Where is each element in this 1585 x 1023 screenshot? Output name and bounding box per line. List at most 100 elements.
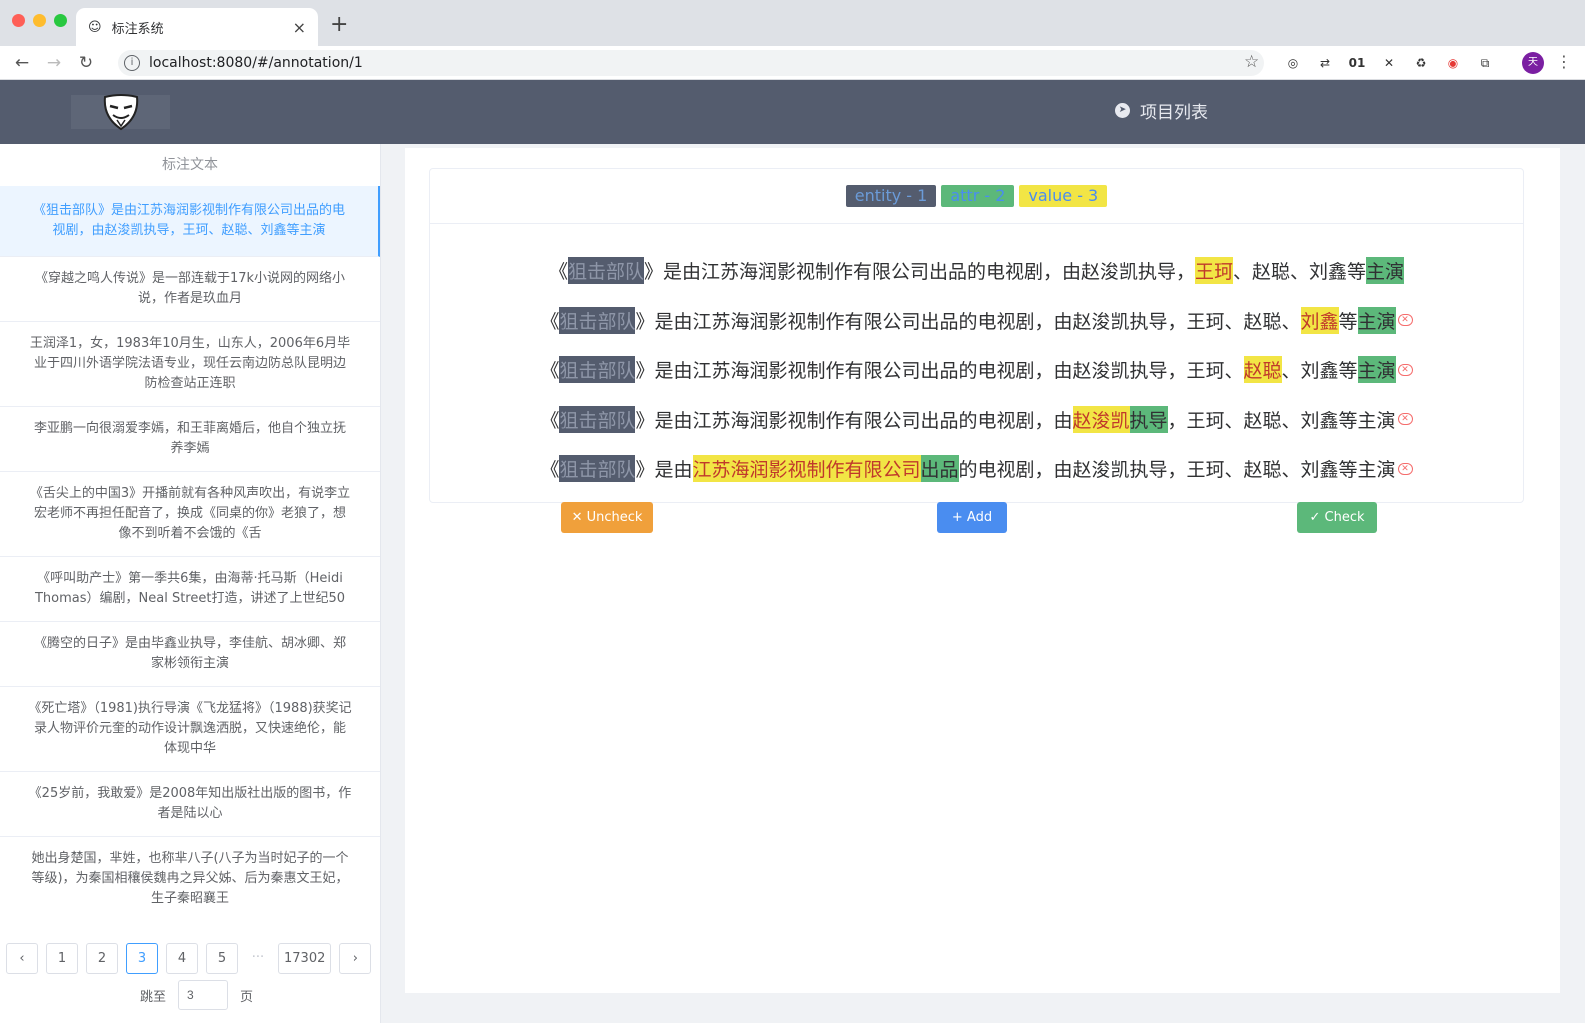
project-list-link[interactable]: ➤ 项目列表 xyxy=(1115,98,1208,123)
delete-line-icon[interactable]: ✕ xyxy=(1397,413,1413,426)
sidebar: 标注文本 《狙击部队》是由江苏海润影视制作有限公司出品的电视剧，由赵浚凯执导，王… xyxy=(0,144,381,1023)
reload-icon[interactable]: ↻ xyxy=(70,53,102,73)
sidebar-title: 标注文本 xyxy=(162,157,218,173)
logo[interactable] xyxy=(71,94,170,131)
value-span[interactable]: 赵聪 xyxy=(1243,356,1282,384)
jump-page-input[interactable] xyxy=(178,980,229,1010)
prev-page-button[interactable]: ‹ xyxy=(6,943,38,974)
page-button[interactable]: 2 xyxy=(86,943,118,974)
attr-span[interactable]: 出品 xyxy=(920,455,959,483)
browser-tabstrip: ☺ 标注系统 × + xyxy=(0,0,1585,46)
attr-tag[interactable]: attr - 2 xyxy=(941,185,1015,207)
attr-span[interactable]: 主演 xyxy=(1357,356,1396,384)
add-button[interactable]: + Add xyxy=(937,502,1007,533)
maximize-window-button[interactable] xyxy=(54,14,67,27)
window-controls xyxy=(12,14,67,27)
extension-icon[interactable]: ⇄ xyxy=(1316,54,1334,72)
value-span[interactable]: 江苏海润影视制作有限公司 xyxy=(692,455,921,483)
bookmark-star-icon[interactable]: ☆ xyxy=(1244,52,1259,72)
annotation-line[interactable]: 《狙击部队》是由江苏海润影视制作有限公司出品的电视剧，由赵浚凯执导，王珂、赵聪、… xyxy=(430,296,1523,346)
extension-icon[interactable]: ✕ xyxy=(1380,54,1398,72)
list-item[interactable]: 《舌尖上的中国3》开播前就有各种风声吹出，有说李立宏老师不再担任配音了，换成《同… xyxy=(0,472,380,557)
browser-menu-icon[interactable]: ⋮ xyxy=(1556,52,1572,71)
page-button[interactable]: 4 xyxy=(166,943,198,974)
jump-label: 跳至 xyxy=(140,989,167,1005)
value-tag[interactable]: value - 3 xyxy=(1019,185,1108,207)
mask-logo-icon xyxy=(103,94,138,131)
plain-text: 《 xyxy=(548,261,568,284)
annotation-card: entity - 1 attr - 2 value - 3 《狙击部队 》是由江苏… xyxy=(429,168,1524,503)
annotation-line[interactable]: 《狙击部队》是由江苏海润影视制作有限公司出品的电视剧，由赵浚凯执导，王珂、赵聪、… xyxy=(430,444,1523,494)
label-tags: entity - 1 attr - 2 value - 3 xyxy=(430,169,1523,224)
url-text: localhost:8080/#/annotation/1 xyxy=(149,55,363,71)
tab-title: 标注系统 xyxy=(111,21,164,37)
list-item[interactable]: 王润泽1，女，1983年10月生，山东人，2006年6月毕业于四川外语学院法语专… xyxy=(0,322,380,407)
plain-text: 《 xyxy=(540,360,560,383)
page-button-current[interactable]: 3 xyxy=(126,943,158,974)
plain-text: 等 xyxy=(1338,310,1358,333)
annotated-lines: 《狙击部队 》是由江苏海润影视制作有限公司出品的电视剧，由赵浚凯执导， 王珂 、赵聪、… xyxy=(430,224,1523,494)
extension-icon[interactable]: ◎ xyxy=(1284,54,1302,72)
delete-line-icon[interactable]: ✕ xyxy=(1397,314,1413,327)
list-item[interactable]: 《狙击部队》是由江苏海润影视制作有限公司出品的电视剧，由赵浚凯执导，王珂、赵聪、… xyxy=(0,186,380,257)
forward-icon[interactable]: → xyxy=(38,53,70,73)
page-button[interactable]: 1 xyxy=(46,943,78,974)
profile-avatar[interactable]: 天 xyxy=(1522,52,1544,74)
minimize-window-button[interactable] xyxy=(33,14,46,27)
check-button[interactable]: ✓ Check xyxy=(1297,502,1377,533)
entity-tag[interactable]: entity - 1 xyxy=(845,185,937,207)
close-tab-icon[interactable]: × xyxy=(293,18,306,37)
back-icon[interactable]: ← xyxy=(6,53,38,73)
annotation-panel: entity - 1 attr - 2 value - 3 《狙击部队 》是由江苏… xyxy=(405,148,1560,993)
address-bar-row: ← → ↻ i localhost:8080/#/annotation/1 ☆ … xyxy=(0,46,1585,80)
page-suffix: 页 xyxy=(240,989,254,1005)
attr-span[interactable]: 执导 xyxy=(1129,405,1168,433)
plain-text: 》是由 xyxy=(635,459,693,482)
annotation-line[interactable]: 《狙击部队》是由江苏海润影视制作有限公司出品的电视剧，由赵浚凯执导，王珂、赵聪、… xyxy=(430,246,1523,296)
pagination: ‹ 1 2 3 4 5 ··· 17302 › xyxy=(6,943,372,974)
entity-span[interactable]: 狙击部队 xyxy=(559,306,636,334)
next-page-button[interactable]: › xyxy=(339,943,372,974)
list-item[interactable]: 她出身楚国，芈姓，也称芈八子(八子为当时妃子的一个等级)，为秦国相穰侯魏冉之异父… xyxy=(0,837,380,921)
list-item[interactable]: 李亚鹏一向很溺爱李嫣，和王菲离婚后，他自个独立抚养李嫣 xyxy=(0,407,380,472)
extension-icon[interactable]: ♻ xyxy=(1412,54,1430,72)
browser-tab[interactable]: ☺ 标注系统 × xyxy=(76,8,318,46)
attr-span[interactable]: 主演 xyxy=(1357,306,1396,334)
plain-text: 、赵聪、刘鑫等 xyxy=(1233,261,1367,284)
plain-text: 》是由江苏海润影视制作有限公司出品的电视剧，由 xyxy=(635,409,1073,432)
annotation-line[interactable]: 《狙击部队》是由江苏海润影视制作有限公司出品的电视剧，由赵浚凯执导，王珂、赵聪、… xyxy=(430,345,1523,395)
plain-text: 》是由江苏海润影视制作有限公司出品的电视剧，由赵浚凯执导，王珂、 xyxy=(635,360,1244,383)
entity-span[interactable]: 狙击部队 xyxy=(559,356,636,384)
more-pages-icon[interactable]: ··· xyxy=(246,943,270,974)
list-item[interactable]: 《穿越之鸣人传说》是一部连载于17k小说网的网络小说，作者是玖血月 xyxy=(0,257,380,322)
list-item[interactable]: 《25岁前，我敢爱》是2008年知出版社出版的图书，作者是陆以心 xyxy=(0,772,380,837)
extension-icon[interactable]: 01 xyxy=(1348,54,1366,72)
last-page-button[interactable]: 17302 xyxy=(278,943,332,974)
close-window-button[interactable] xyxy=(12,14,25,27)
url-field[interactable]: i localhost:8080/#/annotation/1 xyxy=(118,50,1264,76)
entity-span[interactable]: 狙击部队 xyxy=(567,257,644,285)
delete-line-icon[interactable]: ✕ xyxy=(1397,363,1413,376)
plain-text: 《 xyxy=(540,409,560,432)
annotation-line[interactable]: 《狙击部队》是由江苏海润影视制作有限公司出品的电视剧，由赵浚凯执导，王珂、赵聪、… xyxy=(430,395,1523,445)
value-span[interactable]: 刘鑫 xyxy=(1300,306,1339,334)
entity-span[interactable]: 狙击部队 xyxy=(559,455,636,483)
favicon-icon: ☺ xyxy=(88,19,102,35)
new-tab-button[interactable]: + xyxy=(330,12,348,37)
list-item[interactable]: 《呼叫助产士》第一季共6集，由海蒂·托马斯（Heidi Thomas）编剧，Ne… xyxy=(0,557,380,622)
plain-text: 》是由江苏海润影视制作有限公司出品的电视剧，由赵浚凯执导， xyxy=(643,261,1195,284)
plain-text: 、刘鑫等 xyxy=(1281,360,1358,383)
uncheck-button[interactable]: ✕ Uncheck xyxy=(561,502,653,533)
delete-line-icon[interactable]: ✕ xyxy=(1397,462,1413,475)
page-button[interactable]: 5 xyxy=(206,943,238,974)
attr-span[interactable]: 主演 xyxy=(1366,257,1405,285)
extension-icon[interactable]: ⧉ xyxy=(1476,54,1494,72)
value-span[interactable]: 王珂 xyxy=(1195,257,1234,285)
site-info-icon[interactable]: i xyxy=(124,55,140,71)
list-item[interactable]: 《腾空的日子》是由毕鑫业执导，李佳航、胡冰卿、郑家彬领衔主演 xyxy=(0,622,380,687)
value-span[interactable]: 赵浚凯 xyxy=(1072,405,1130,433)
entity-span[interactable]: 狙击部队 xyxy=(559,405,636,433)
list-item[interactable]: 《死亡塔》（1981)执行导演《飞龙猛将》（1988)获奖记录人物评价元奎的动作… xyxy=(0,687,380,772)
extension-icon[interactable]: ◉ xyxy=(1444,54,1462,72)
project-list-label: 项目列表 xyxy=(1140,103,1208,123)
